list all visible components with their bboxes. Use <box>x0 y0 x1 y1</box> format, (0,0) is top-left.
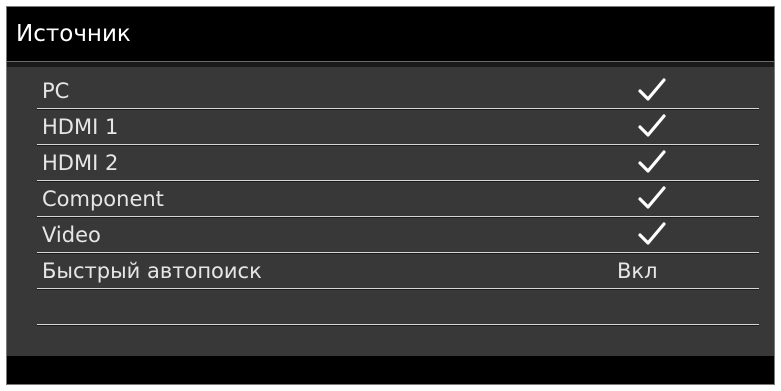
source-item-label: HDMI 1 <box>42 115 119 139</box>
check-icon <box>637 185 667 211</box>
source-item-label: HDMI 2 <box>42 151 119 175</box>
quick-auto-search-value[interactable]: Вкл <box>617 253 658 289</box>
source-item-video[interactable]: Video <box>37 217 759 253</box>
check-icon <box>637 149 667 175</box>
source-item-label: Component <box>42 187 164 211</box>
source-item-hdmi-2[interactable]: HDMI 2 <box>37 145 759 181</box>
source-item-pc[interactable]: PC <box>37 73 759 109</box>
source-item-component[interactable]: Component <box>37 181 759 217</box>
check-icon <box>637 113 667 139</box>
check-icon <box>637 77 667 103</box>
bottom-bar <box>7 356 774 384</box>
source-list: PC HDMI 1 HDMI 2 Component Video Быстрый… <box>37 73 759 325</box>
source-item-label: PC <box>42 79 70 103</box>
empty-row <box>37 289 759 325</box>
menu-title: Источник <box>7 7 774 61</box>
check-icon <box>637 221 667 247</box>
quick-auto-search-item[interactable]: Быстрый автопоиск Вкл <box>37 253 759 289</box>
source-item-hdmi-1[interactable]: HDMI 1 <box>37 109 759 145</box>
title-divider <box>7 61 774 67</box>
source-item-label: Video <box>42 223 101 247</box>
quick-auto-search-label: Быстрый автопоиск <box>42 259 262 283</box>
source-menu-panel: Источник PC HDMI 1 HDMI 2 Component Vide… <box>6 6 775 385</box>
